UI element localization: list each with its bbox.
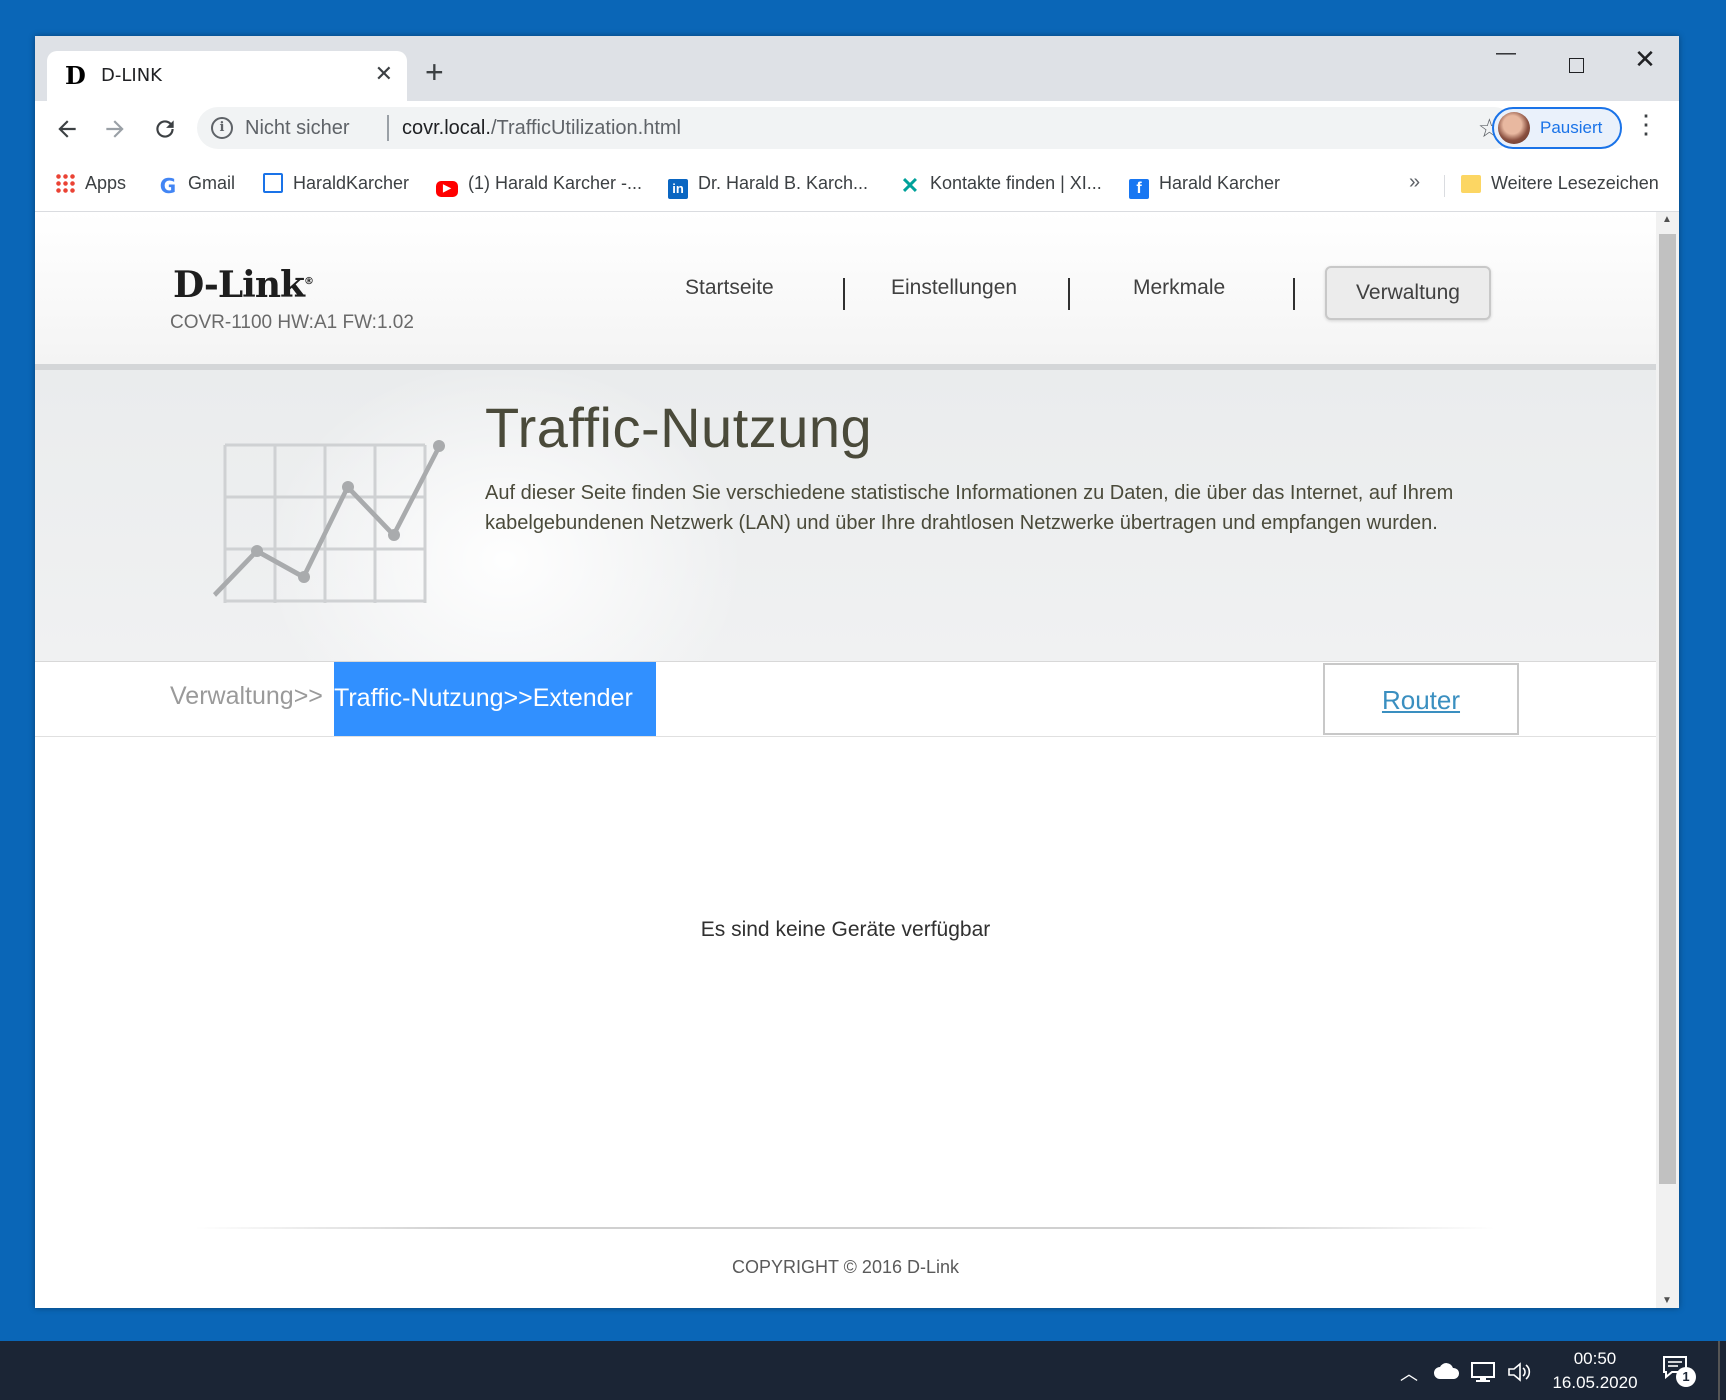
chevron-up-icon[interactable]: ︿ — [1400, 1360, 1418, 1386]
bookmarks-bar: Apps G Gmail HaraldKarcher ▶ (1) Harald Ka… — [35, 161, 1679, 212]
page-header: D-Link® COVR-1100 HW:A1 FW:1.02 Startsei… — [35, 212, 1656, 370]
volume-icon[interactable] — [1506, 1361, 1532, 1383]
bookmark-label: Gmail — [188, 173, 236, 193]
bookmarks-overflow-button[interactable]: » — [1409, 171, 1420, 194]
logo-text: D-Link — [173, 264, 305, 306]
calendar-icon — [263, 173, 283, 193]
arrow-left-icon — [58, 120, 76, 138]
breadcrumb-current[interactable]: Traffic-Nutzung>>Extender — [334, 662, 656, 736]
nav-startseite[interactable]: Startseite — [685, 276, 774, 300]
device-model: COVR-1100 HW:A1 FW:1.02 — [170, 312, 414, 333]
bookmark-label: HaraldKarcher — [293, 173, 410, 193]
bookmark-haraldkarcher[interactable]: HaraldKarcher — [263, 173, 409, 194]
scroll-up-icon[interactable]: ▲ — [1662, 214, 1672, 225]
tab-dlink[interactable]: D D-LINK ✕ — [47, 51, 407, 101]
maximize-icon — [1568, 58, 1584, 73]
empty-state-message: Es sind keine Geräte verfügbar — [700, 918, 991, 941]
maximize-button[interactable] — [1553, 44, 1599, 84]
bookmark-facebook[interactable]: f Harald Karcher — [1129, 173, 1280, 199]
apps-grid-icon — [55, 173, 75, 193]
not-secure-label: Nicht sicher — [245, 117, 350, 139]
scrollbar-thumb[interactable] — [1659, 234, 1676, 1184]
browser-menu-icon[interactable]: ⋮ — [1633, 111, 1659, 137]
reload-button[interactable] — [147, 111, 183, 147]
nav-verwaltung[interactable]: Verwaltung — [1325, 266, 1491, 320]
bookmark-apps[interactable]: Apps — [55, 173, 126, 194]
clock-time: 00:50 — [1573, 1349, 1617, 1368]
profile-button[interactable]: Pausiert — [1492, 107, 1622, 149]
traffic-chart-icon — [212, 440, 445, 603]
nav-merkmale[interactable]: Merkmale — [1133, 276, 1225, 300]
arrow-right-icon — [106, 120, 124, 138]
facebook-icon: f — [1129, 179, 1149, 199]
browser-toolbar: i Nicht sicher covr.local./TrafficUtiliz… — [35, 101, 1679, 161]
copyright: COPYRIGHT © 2016 D-Link — [731, 1257, 959, 1277]
address-bar[interactable]: i Nicht sicher covr.local./TrafficUtiliz… — [197, 107, 1515, 149]
google-icon: G — [159, 174, 177, 198]
linkedin-icon: in — [668, 179, 688, 199]
tab-title: D-LINK — [101, 65, 162, 86]
new-tab-button[interactable]: + — [425, 56, 444, 88]
page-scrollbar[interactable]: ▲ ▼ — [1656, 212, 1679, 1308]
network-icon[interactable] — [1470, 1361, 1496, 1383]
browser-window: D D-LINK ✕ + — ✕ i Nicht sicher covr.loc… — [35, 36, 1679, 1308]
folder-icon — [1461, 175, 1481, 193]
page-viewport: D-Link® COVR-1100 HW:A1 FW:1.02 Startsei… — [35, 212, 1656, 1308]
tab-strip: D D-LINK ✕ + — ✕ — [35, 36, 1679, 101]
bookmark-label: Dr. Harald B. Karch... — [698, 173, 869, 193]
url-separator — [387, 115, 389, 141]
window-close-button[interactable]: ✕ — [1622, 44, 1668, 84]
url-host: covr.local. — [402, 117, 491, 139]
dlink-logo: D-Link® — [173, 264, 314, 306]
bookmark-other-folder[interactable]: Weitere Lesezeichen — [1461, 173, 1659, 194]
bookmark-label: Kontakte finden | XI... — [930, 173, 1102, 193]
bookmarks-divider — [1444, 175, 1445, 197]
reload-icon — [156, 120, 174, 138]
page-title: Traffic-Nutzung — [485, 396, 873, 459]
page-banner: Traffic-Nutzung Auf dieser Seite finden … — [35, 370, 1656, 662]
info-icon[interactable]: i — [211, 117, 233, 139]
breadcrumb: Verwaltung>> Traffic-Nutzung>>Extender R… — [35, 662, 1656, 737]
registered-mark: ® — [303, 276, 314, 287]
forward-button[interactable] — [97, 111, 133, 147]
bookmark-label: Apps — [85, 173, 127, 193]
bookmark-label: (1) Harald Karcher -... — [468, 173, 643, 193]
url-text[interactable]: covr.local./TrafficUtilization.html — [402, 117, 681, 140]
bookmark-linkedin[interactable]: in Dr. Harald B. Karch... — [668, 173, 868, 199]
xing-icon: ✕ — [900, 173, 920, 198]
profile-status: Pausiert — [1540, 118, 1603, 137]
nav-verwaltung-label: Verwaltung — [1356, 281, 1460, 304]
scroll-down-icon[interactable]: ▼ — [1662, 1295, 1672, 1306]
bookmark-gmail[interactable]: G Gmail — [158, 173, 235, 196]
url-path: /TrafficUtilization.html — [490, 117, 681, 139]
notification-center-button[interactable]: 1 — [1662, 1355, 1696, 1387]
avatar — [1498, 112, 1530, 144]
show-desktop-button[interactable] — [1718, 1341, 1720, 1400]
bookmark-label: Weitere Lesezeichen — [1491, 173, 1659, 193]
clock-date: 16.05.2020 — [1552, 1373, 1638, 1392]
page-description: Auf dieser Seite finden Sie verschiedene… — [485, 482, 1454, 534]
back-button[interactable] — [49, 111, 85, 147]
bookmark-xing[interactable]: ✕ Kontakte finden | XI... — [900, 173, 1102, 198]
nav-divider — [843, 278, 845, 310]
router-link: Router — [1381, 685, 1461, 715]
minimize-button[interactable]: — — [1483, 42, 1529, 82]
nav-divider — [1293, 278, 1295, 310]
cloud-icon[interactable] — [1434, 1363, 1460, 1379]
bookmark-label: Harald Karcher — [1159, 173, 1281, 193]
close-tab-icon[interactable]: ✕ — [375, 61, 393, 87]
dlink-favicon-icon: D — [65, 61, 86, 90]
taskbar: ︿ 00:50 16.05.2020 1 — [0, 1341, 1726, 1400]
system-clock[interactable]: 00:50 16.05.2020 — [1540, 1347, 1650, 1395]
breadcrumb-parent[interactable]: Verwaltung>> — [170, 682, 323, 711]
youtube-icon: ▶ — [436, 181, 458, 197]
nav-einstellungen[interactable]: Einstellungen — [891, 276, 1017, 300]
nav-divider — [1068, 278, 1070, 310]
router-tab-button[interactable]: Router — [1323, 663, 1519, 735]
footer-divider — [195, 1227, 1495, 1229]
notification-count-badge: 1 — [1676, 1367, 1696, 1387]
bookmark-youtube[interactable]: ▶ (1) Harald Karcher -... — [436, 173, 642, 197]
